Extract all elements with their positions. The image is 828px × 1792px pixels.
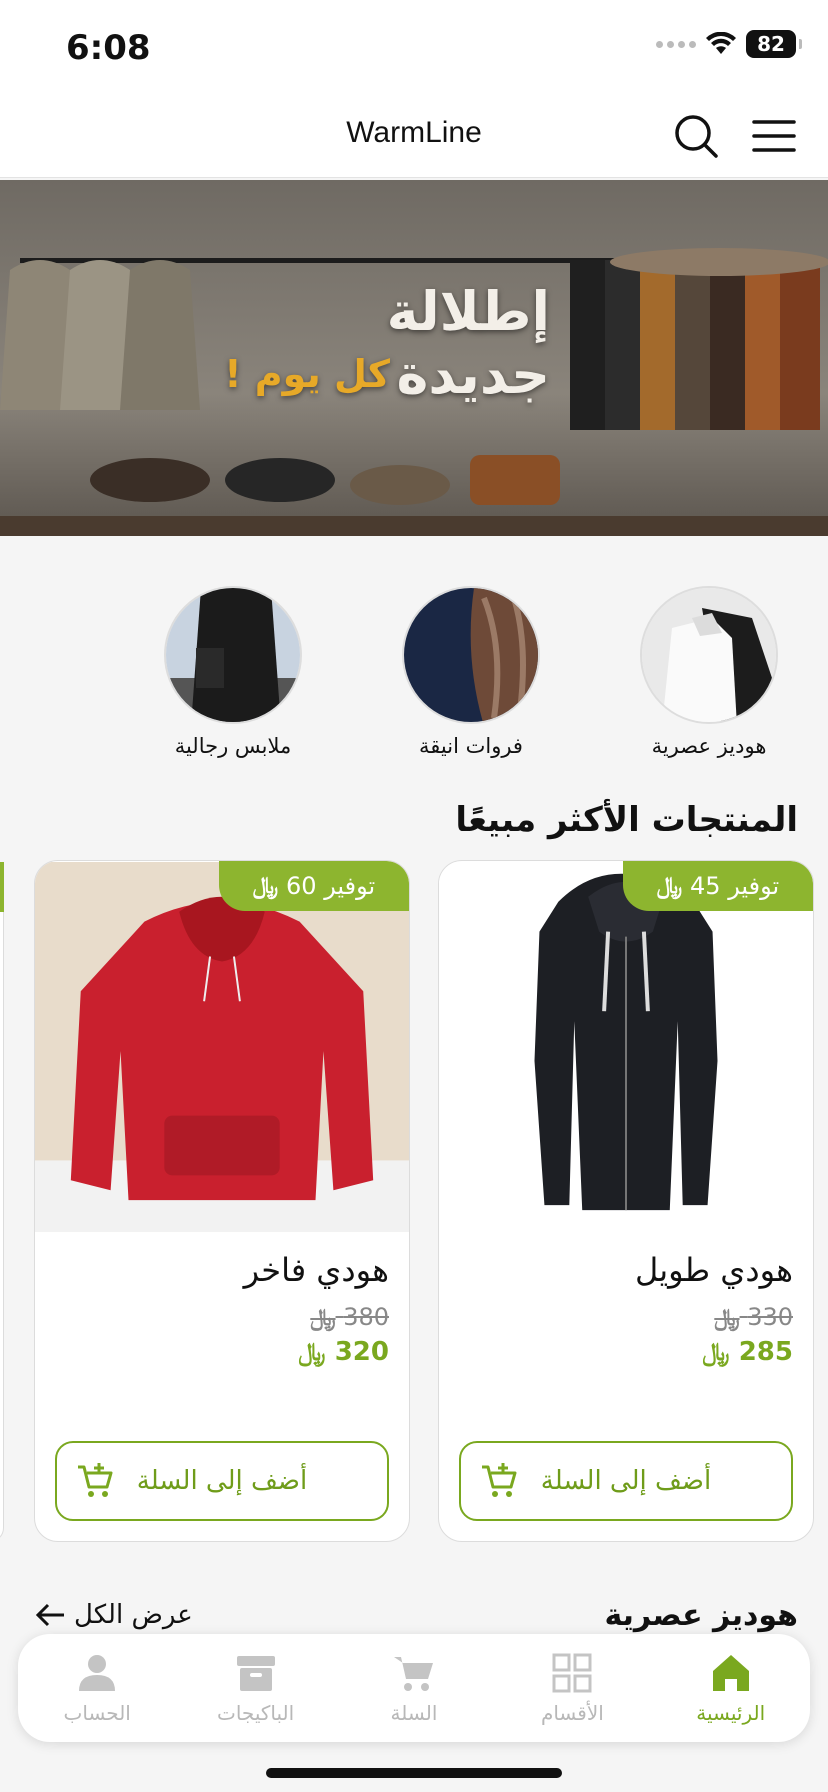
- cart-icon: [393, 1657, 433, 1691]
- menu-icon[interactable]: [750, 114, 798, 158]
- product-card[interactable]: توفير 60 ﷼ هودي فاخر 380 ﷼ 320 ﷼ أضف إلى…: [34, 860, 410, 1542]
- product-image: [35, 861, 409, 1233]
- home-icon: [712, 1655, 749, 1691]
- nav-item-home[interactable]: الرئيسية: [656, 1651, 806, 1725]
- riyal-icon: ﷼: [298, 1337, 326, 1366]
- promo-banner[interactable]: إطلالة جديدة كل يوم !: [0, 180, 828, 536]
- product-image: [439, 861, 813, 1233]
- banner-subtitle: كل يوم !: [224, 352, 390, 396]
- add-to-cart-button[interactable]: أضف إلى السلة: [459, 1441, 793, 1521]
- category-label: هوديز عصرية: [651, 734, 767, 758]
- category-item-furs[interactable]: فروات انيقة: [376, 586, 566, 758]
- cart-add-icon: [78, 1463, 113, 1497]
- nav-item-account[interactable]: الحساب: [22, 1651, 172, 1725]
- bottom-navigation: الرئيسية الأقسام السلة الباكيجات الحساب: [18, 1634, 810, 1742]
- status-time: 6:08: [66, 28, 151, 68]
- category-image: [402, 586, 540, 724]
- riyal-icon: ﷼: [702, 1337, 730, 1366]
- section-title-modern-hoodies: هوديز عصرية: [604, 1598, 798, 1633]
- nav-label: الباكيجات: [216, 1701, 295, 1725]
- riyal-icon: ﷼: [310, 1305, 336, 1331]
- arrow-left-icon: [35, 1603, 64, 1627]
- product-name: هودي فاخر: [243, 1251, 389, 1289]
- home-indicator: [266, 1768, 562, 1778]
- discount-badge: توفير 60 ﷼: [219, 861, 409, 911]
- discount-badge: توفير 45 ﷼: [623, 861, 813, 911]
- nav-label: الرئيسية: [696, 1701, 766, 1725]
- product-card-partial[interactable]: [0, 860, 4, 1542]
- nav-label: الحساب: [63, 1701, 131, 1725]
- category-item-hoodies[interactable]: هوديز عصرية: [614, 586, 804, 758]
- package-icon: [236, 1656, 275, 1691]
- riyal-icon: ﷼: [656, 873, 683, 899]
- grid-icon: [552, 1653, 592, 1693]
- new-price: 285 ﷼: [702, 1337, 793, 1367]
- view-all-link[interactable]: عرض الكل: [34, 1600, 193, 1630]
- product-card[interactable]: توفير 45 ﷼ هودي طويل 330 ﷼ 285 ﷼ أضف إلى…: [438, 860, 814, 1542]
- category-label: ملابس رجالية: [174, 734, 292, 758]
- category-item-men-clothing[interactable]: ملابس رجالية: [138, 586, 328, 758]
- account-icon: [79, 1655, 116, 1691]
- discount-badge-partial: [0, 862, 4, 912]
- riyal-icon: ﷼: [714, 1305, 740, 1331]
- view-all-label: عرض الكل: [74, 1600, 193, 1630]
- search-icon[interactable]: [672, 112, 720, 160]
- old-price: 330 ﷼: [714, 1303, 793, 1331]
- category-label: فروات انيقة: [419, 734, 523, 758]
- status-icons: 82: [656, 30, 802, 58]
- signal-icon: [656, 40, 696, 48]
- battery-icon: 82: [746, 30, 802, 58]
- product-name: هودي طويل: [634, 1251, 793, 1289]
- app-header: WarmLine: [0, 98, 828, 178]
- status-bar: 6:08 82: [0, 0, 828, 98]
- nav-label: الأقسام: [540, 1701, 604, 1725]
- nav-item-cart[interactable]: السلة: [339, 1651, 489, 1725]
- new-price: 320 ﷼: [298, 1337, 389, 1367]
- old-price: 380 ﷼: [310, 1303, 389, 1331]
- nav-item-packages[interactable]: الباكيجات: [181, 1651, 331, 1725]
- add-to-cart-button[interactable]: أضف إلى السلة: [55, 1441, 389, 1521]
- riyal-icon: ﷼: [252, 873, 279, 899]
- section-title-best-sellers: المنتجات الأكثر مبيعًا: [455, 800, 798, 840]
- cart-add-icon: [482, 1463, 517, 1497]
- wifi-icon: [706, 32, 736, 54]
- category-image: [164, 586, 302, 724]
- nav-item-categories[interactable]: الأقسام: [497, 1651, 647, 1725]
- nav-label: السلة: [390, 1701, 438, 1725]
- category-image: [640, 586, 778, 724]
